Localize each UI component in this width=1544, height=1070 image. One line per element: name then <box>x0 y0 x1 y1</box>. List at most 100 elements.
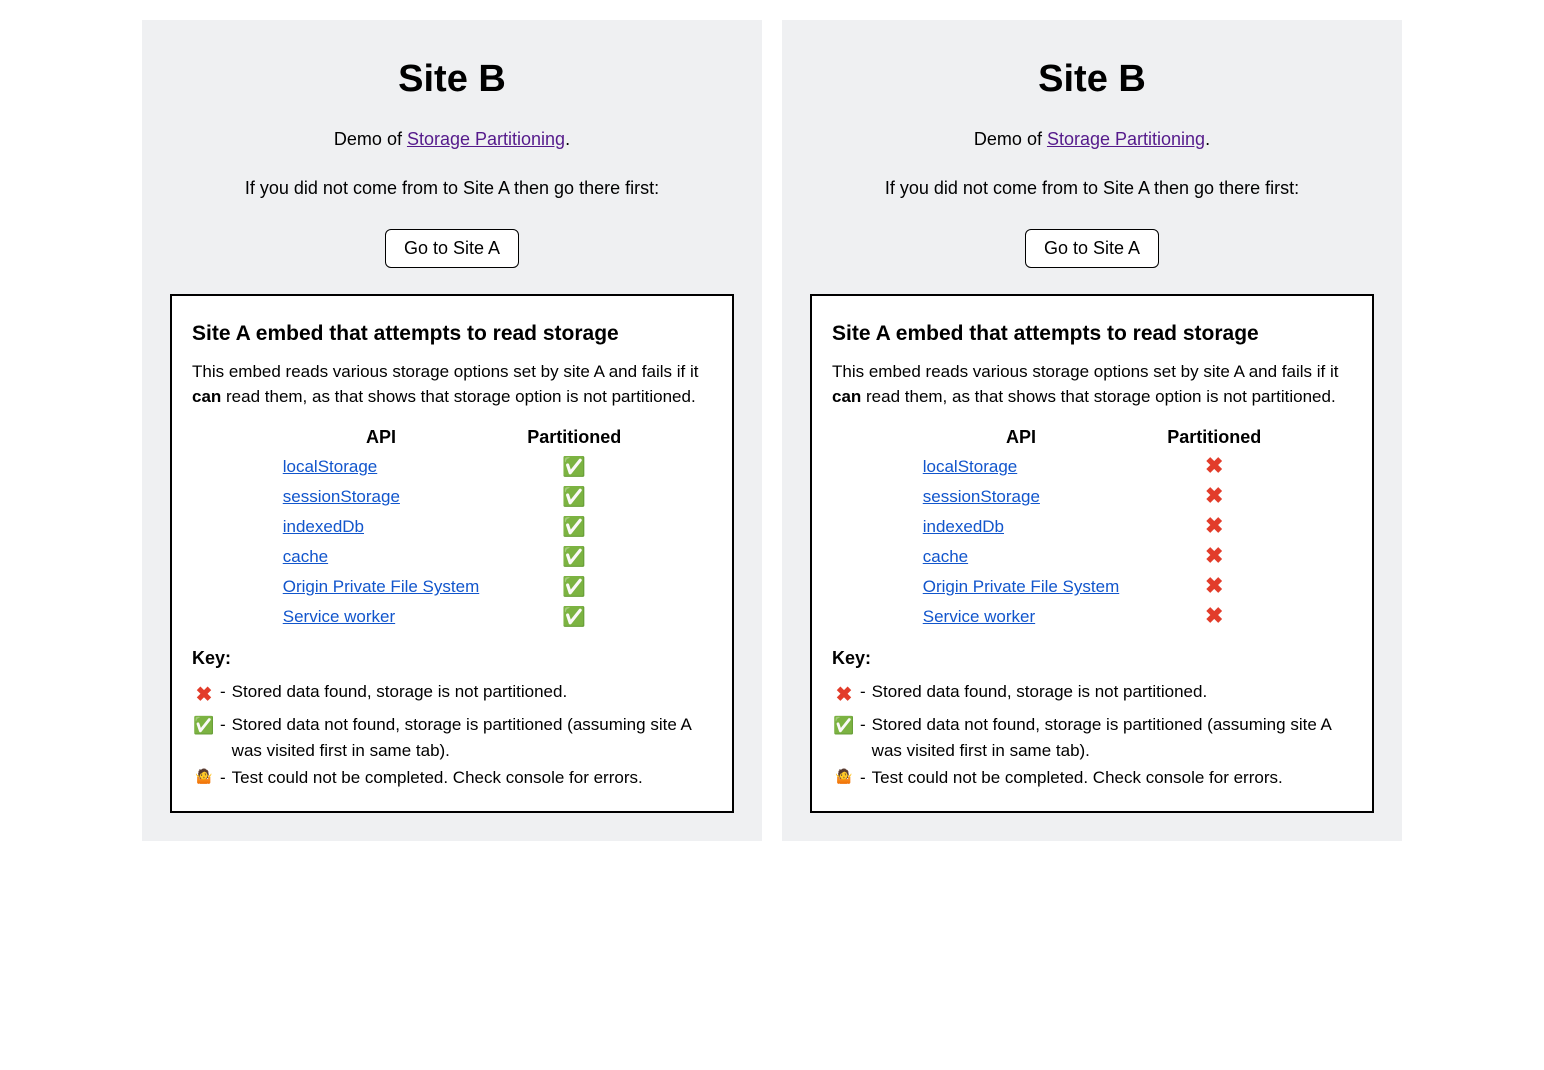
key-text: Stored data not found, storage is partit… <box>232 712 712 763</box>
api-link[interactable]: sessionStorage <box>923 487 1040 506</box>
key-dash: - <box>856 712 872 738</box>
status-cell: ✅ <box>503 482 645 512</box>
go-to-site-a-button[interactable]: Go to Site A <box>385 229 519 268</box>
key-dash: - <box>216 712 232 738</box>
key-text: Stored data found, storage is not partit… <box>872 679 1352 705</box>
status-cell: ✅ <box>503 452 645 482</box>
status-cell: ✖ <box>1143 452 1285 482</box>
key-list: ✖-Stored data found, storage is not part… <box>192 679 712 791</box>
api-link[interactable]: cache <box>923 547 968 566</box>
go-to-site-a-button[interactable]: Go to Site A <box>1025 229 1159 268</box>
intro-line: Demo of Storage Partitioning. <box>810 129 1374 150</box>
key-dash: - <box>856 679 872 705</box>
table-row: Service worker ✅ <box>259 602 646 632</box>
status-cell: ✅ <box>503 542 645 572</box>
key-heading: Key: <box>832 648 1352 669</box>
col-header-api: API <box>899 423 1144 452</box>
api-link[interactable]: localStorage <box>923 457 1018 476</box>
check-icon: ✅ <box>562 517 586 538</box>
check-icon: ✅ <box>562 547 586 568</box>
key-heading: Key: <box>192 648 712 669</box>
api-cell: localStorage <box>259 452 504 482</box>
api-cell: indexedDb <box>259 512 504 542</box>
intro-line: Demo of Storage Partitioning. <box>170 129 734 150</box>
shrug-icon: 🤷 <box>832 765 856 787</box>
api-cell: Service worker <box>259 602 504 632</box>
table-row: sessionStorage ✖ <box>899 482 1286 512</box>
api-link[interactable]: Service worker <box>283 607 395 626</box>
api-cell: sessionStorage <box>259 482 504 512</box>
api-link[interactable]: Origin Private File System <box>923 577 1120 596</box>
embed-description: This embed reads various storage options… <box>192 360 712 409</box>
embed-desc-part2: read them, as that shows that storage op… <box>221 387 695 406</box>
demo-suffix: . <box>565 129 570 149</box>
check-icon: ✅ <box>562 577 586 598</box>
api-cell: indexedDb <box>899 512 1144 542</box>
table-row: indexedDb ✅ <box>259 512 646 542</box>
col-header-api: API <box>259 423 504 452</box>
shrug-icon: 🤷 <box>192 765 216 787</box>
demo-suffix: . <box>1205 129 1210 149</box>
embed-desc-bold: can <box>832 387 861 406</box>
embed-title: Site A embed that attempts to read stora… <box>832 322 1352 346</box>
api-link[interactable]: indexedDb <box>283 517 364 536</box>
api-table: API Partitioned localStorage✖sessionStor… <box>899 423 1286 632</box>
table-row: Origin Private File System ✅ <box>259 572 646 602</box>
api-table-body: localStorage✖sessionStorage✖indexedDb✖ca… <box>899 452 1286 632</box>
table-row: sessionStorage ✅ <box>259 482 646 512</box>
status-cell: ✅ <box>503 512 645 542</box>
col-header-partitioned: Partitioned <box>1143 423 1285 452</box>
status-cell: ✖ <box>1143 602 1285 632</box>
api-link[interactable]: sessionStorage <box>283 487 400 506</box>
panel-left: Site B Demo of Storage Partitioning. If … <box>142 20 762 841</box>
check-icon: ✅ <box>562 607 586 628</box>
table-row: cache ✅ <box>259 542 646 572</box>
storage-partitioning-link[interactable]: Storage Partitioning <box>1047 129 1205 149</box>
status-cell: ✖ <box>1143 542 1285 572</box>
check-icon: ✅ <box>562 487 586 508</box>
api-link[interactable]: Service worker <box>923 607 1035 626</box>
key-text: Stored data not found, storage is partit… <box>872 712 1352 763</box>
embed-box: Site A embed that attempts to read stora… <box>170 294 734 813</box>
key-item: ✅-Stored data not found, storage is part… <box>192 712 712 763</box>
api-link[interactable]: indexedDb <box>923 517 1004 536</box>
cross-icon: ✖ <box>1205 513 1223 538</box>
panel-right: Site B Demo of Storage Partitioning. If … <box>782 20 1402 841</box>
api-cell: Service worker <box>899 602 1144 632</box>
api-link[interactable]: localStorage <box>283 457 378 476</box>
api-cell: localStorage <box>899 452 1144 482</box>
api-link[interactable]: Origin Private File System <box>283 577 480 596</box>
cross-icon: ✖ <box>1205 573 1223 598</box>
embed-description: This embed reads various storage options… <box>832 360 1352 409</box>
embed-box: Site A embed that attempts to read stora… <box>810 294 1374 813</box>
table-row: cache ✖ <box>899 542 1286 572</box>
status-cell: ✖ <box>1143 572 1285 602</box>
embed-desc-part2: read them, as that shows that storage op… <box>861 387 1335 406</box>
status-cell: ✅ <box>503 572 645 602</box>
key-item: 🤷-Test could not be completed. Check con… <box>832 765 1352 791</box>
page-title: Site B <box>170 58 734 101</box>
storage-partitioning-link[interactable]: Storage Partitioning <box>407 129 565 149</box>
status-cell: ✖ <box>1143 482 1285 512</box>
table-row: Service worker ✖ <box>899 602 1286 632</box>
page-title: Site B <box>810 58 1374 101</box>
api-cell: cache <box>259 542 504 572</box>
cross-icon: ✖ <box>1205 453 1223 478</box>
api-table-body: localStorage✅sessionStorage✅indexedDb✅ca… <box>259 452 646 632</box>
table-row: localStorage ✅ <box>259 452 646 482</box>
key-text: Test could not be completed. Check conso… <box>232 765 712 791</box>
embed-desc-part1: This embed reads various storage options… <box>832 362 1339 381</box>
check-icon: ✅ <box>562 457 586 478</box>
key-item: ✅-Stored data not found, storage is part… <box>832 712 1352 763</box>
cross-icon: ✖ <box>1205 543 1223 568</box>
check-icon: ✅ <box>832 712 856 739</box>
table-row: Origin Private File System ✖ <box>899 572 1286 602</box>
key-item: 🤷-Test could not be completed. Check con… <box>192 765 712 791</box>
key-list: ✖-Stored data found, storage is not part… <box>832 679 1352 791</box>
key-dash: - <box>216 679 232 705</box>
table-row: localStorage ✖ <box>899 452 1286 482</box>
api-cell: Origin Private File System <box>259 572 504 602</box>
api-link[interactable]: cache <box>283 547 328 566</box>
demo-prefix: Demo of <box>334 129 407 149</box>
check-icon: ✅ <box>192 712 216 739</box>
